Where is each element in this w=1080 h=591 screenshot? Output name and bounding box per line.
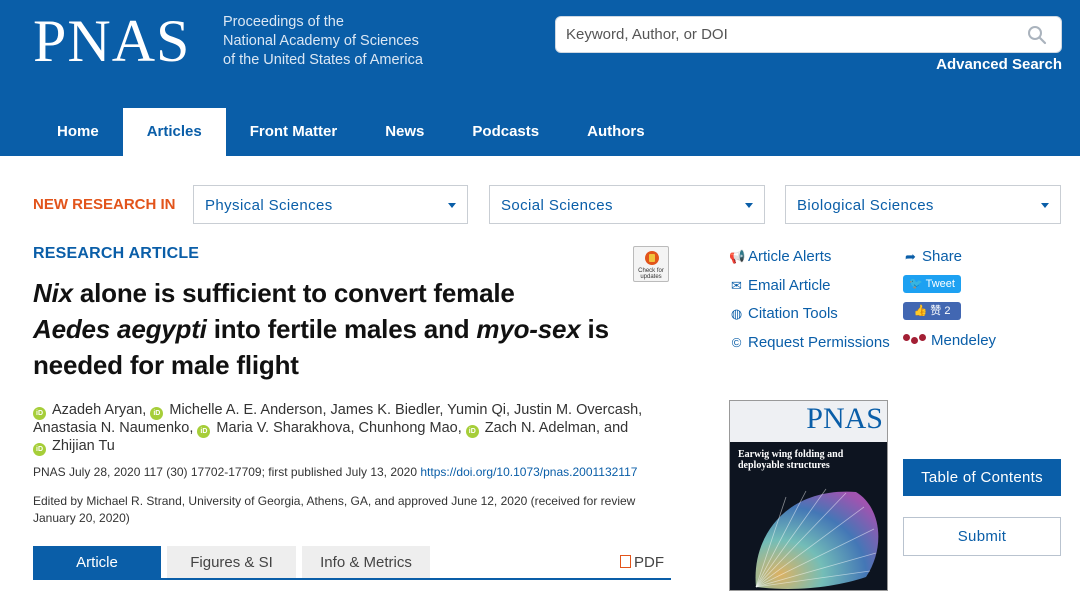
- orcid-icon[interactable]: iD: [33, 443, 46, 456]
- cover-header: PNAS: [730, 401, 887, 442]
- like-button[interactable]: 👍 赞 2: [903, 302, 961, 320]
- author-name[interactable]: Anastasia N. Naumenko,: [33, 420, 193, 436]
- citation-line: PNAS July 28, 2020 117 (30) 17702-17709;…: [33, 465, 637, 479]
- email-article-label: Email Article: [748, 277, 831, 294]
- physical-sciences-select[interactable]: Physical Sciences: [193, 185, 468, 224]
- site-header: PNAS Proceedings of the National Academy…: [0, 0, 1080, 156]
- request-permissions-link[interactable]: © Request Permissions: [729, 334, 890, 351]
- mendeley-label: Mendeley: [931, 332, 997, 349]
- crossmark-icon: [645, 251, 659, 265]
- select-value: Physical Sciences: [205, 197, 333, 214]
- nav-authors[interactable]: Authors: [563, 108, 669, 156]
- tab-info-metrics[interactable]: Info & Metrics: [302, 546, 430, 580]
- author-name[interactable]: Azadeh Aryan,: [52, 402, 146, 418]
- email-article-link[interactable]: ✉ Email Article: [729, 277, 831, 294]
- article-alerts-link[interactable]: 📢 Article Alerts: [729, 248, 831, 265]
- pdf-icon: [620, 555, 631, 568]
- article-type: RESEARCH ARTICLE: [33, 245, 200, 262]
- share-icon: ➦: [905, 249, 916, 264]
- tab-article[interactable]: Article: [33, 546, 161, 580]
- main-nav: Home Articles Front Matter News Podcasts…: [33, 108, 669, 156]
- citation-tools-label: Citation Tools: [748, 305, 838, 322]
- share-label: Share: [922, 248, 963, 265]
- orcid-icon[interactable]: iD: [197, 425, 211, 438]
- pdf-label: PDF: [634, 554, 664, 571]
- like-label: 赞 2: [930, 305, 951, 317]
- journal-cover-image[interactable]: PNAS Earwig wing folding and deployable …: [729, 400, 888, 591]
- mendeley-link[interactable]: Mendeley: [903, 332, 996, 349]
- chevron-down-icon: [448, 203, 456, 208]
- copyright-icon: ©: [731, 335, 742, 350]
- twitter-icon: 🐦: [909, 278, 923, 290]
- chevron-down-icon: [1041, 203, 1049, 208]
- advanced-search-link[interactable]: Advanced Search: [936, 56, 1062, 73]
- doi-link[interactable]: https://doi.org/10.1073/pnas.2001132117: [420, 465, 637, 479]
- author-name[interactable]: Michelle A. E. Anderson, James K. Biedle…: [169, 402, 642, 418]
- author-list: iD Azadeh Aryan, iD Michelle A. E. Anderso…: [33, 402, 673, 456]
- article-title: Nix alone is sufficient to convert femal…: [33, 278, 609, 380]
- request-permissions-label: Request Permissions: [748, 334, 890, 351]
- tweet-label: Tweet: [925, 278, 955, 290]
- mendeley-icon: [903, 334, 927, 346]
- new-research-label: NEW RESEARCH IN: [33, 196, 176, 213]
- journal-name-line: National Academy of Sciences: [223, 33, 419, 49]
- author-name[interactable]: Zach N. Adelman, and: [485, 420, 628, 436]
- tabs-divider: [33, 578, 671, 580]
- nav-podcasts[interactable]: Podcasts: [448, 108, 563, 156]
- citation-text: PNAS July 28, 2020 117 (30) 17702-17709;…: [33, 465, 421, 479]
- select-value: Social Sciences: [501, 197, 613, 214]
- nav-news[interactable]: News: [361, 108, 448, 156]
- author-name[interactable]: Zhijian Tu: [52, 438, 115, 454]
- nav-articles[interactable]: Articles: [122, 108, 226, 156]
- article-alerts-label: Article Alerts: [748, 248, 832, 265]
- journal-name-line: of the United States of America: [223, 52, 423, 68]
- edited-by: Edited by Michael R. Strand, University …: [33, 494, 636, 525]
- author-name[interactable]: Maria V. Sharakhova, Chunhong Mao,: [216, 420, 461, 436]
- search-icon[interactable]: [1027, 25, 1047, 45]
- orcid-icon[interactable]: iD: [33, 407, 46, 420]
- select-value: Biological Sciences: [797, 197, 934, 214]
- envelope-icon: ✉: [731, 278, 742, 293]
- chevron-down-icon: [745, 203, 753, 208]
- thumbs-up-icon: 👍: [913, 305, 928, 317]
- share-link[interactable]: ➦ Share: [903, 248, 962, 265]
- journal-full-name: Proceedings of the National Academy of S…: [223, 13, 423, 70]
- table-of-contents-button[interactable]: Table of Contents: [903, 459, 1061, 496]
- social-sciences-select[interactable]: Social Sciences: [489, 185, 765, 224]
- pnas-logo[interactable]: PNAS: [33, 10, 190, 72]
- nav-home[interactable]: Home: [33, 108, 123, 156]
- search-input[interactable]: [566, 17, 1006, 52]
- nav-front-matter[interactable]: Front Matter: [226, 108, 362, 156]
- orcid-icon[interactable]: iD: [465, 425, 479, 438]
- search-box: [555, 16, 1062, 53]
- orcid-icon[interactable]: iD: [150, 407, 164, 420]
- tweet-button[interactable]: 🐦 Tweet: [903, 275, 961, 293]
- cover-logo: PNAS: [806, 402, 883, 435]
- biological-sciences-select[interactable]: Biological Sciences: [785, 185, 1061, 224]
- citation-tools-link[interactable]: ◍ Citation Tools: [729, 305, 838, 322]
- globe-icon: ◍: [730, 306, 743, 321]
- article-tabs: Article Figures & SI Info & Metrics: [33, 546, 436, 580]
- submit-button[interactable]: Submit: [903, 517, 1061, 556]
- tab-figures-si[interactable]: Figures & SI: [167, 546, 296, 580]
- earwig-wing-illustration: [755, 488, 879, 589]
- journal-name-line: Proceedings of the: [223, 14, 344, 30]
- megaphone-icon: 📢: [729, 249, 746, 264]
- pdf-download[interactable]: PDF: [620, 554, 664, 571]
